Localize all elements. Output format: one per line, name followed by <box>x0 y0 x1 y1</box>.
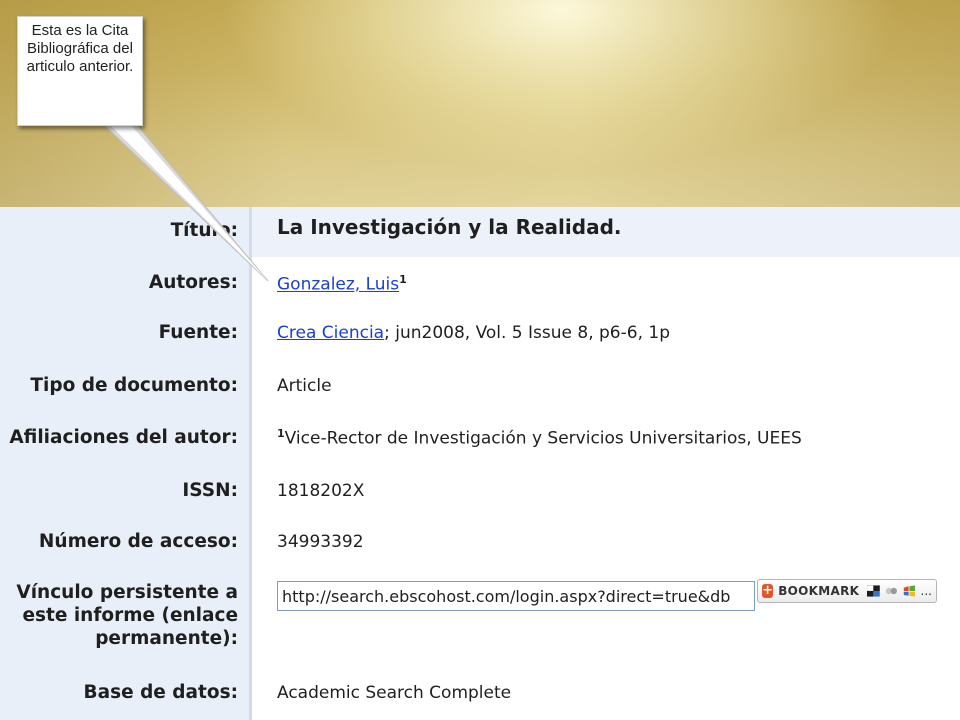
authors-value: Gonzalez, Luis1 <box>277 273 407 295</box>
callout-box: Esta es la Cita Bibliográfica del articu… <box>17 16 143 126</box>
affiliation-marker: 1 <box>277 427 285 440</box>
bookmark-label: BOOKMARK <box>778 584 860 598</box>
label-tipo-documento: Tipo de documento: <box>30 375 238 396</box>
database-value: Academic Search Complete <box>277 683 512 703</box>
source-value: Crea Ciencia; jun2008, Vol. 5 Issue 8, p… <box>277 323 670 343</box>
label-fuente: Fuente: <box>158 322 238 343</box>
label-vinculo-line-3: permanente): <box>95 628 238 649</box>
citation-record: Título: La Investigación y la Realidad. … <box>0 207 960 720</box>
bookmark-button[interactable]: + BOOKMARK ... <box>757 579 937 603</box>
permalink-input[interactable] <box>277 581 755 611</box>
delicious-icon <box>867 585 880 597</box>
affiliation-value: 1Vice-Rector de Investigación y Servicio… <box>277 427 802 449</box>
article-title: La Investigación y la Realidad. <box>277 215 622 239</box>
source-journal-link[interactable]: Crea Ciencia <box>277 323 384 343</box>
digg-icon <box>885 587 897 595</box>
document-type-value: Article <box>277 376 332 396</box>
label-base-datos: Base de datos: <box>83 682 238 703</box>
label-afiliaciones: Afiliaciones del autor: <box>9 427 238 448</box>
label-issn: ISSN: <box>182 480 238 501</box>
label-vinculo-line-2: este informe (enlace <box>22 605 238 626</box>
column-divider <box>249 207 252 720</box>
issn-value: 1818202X <box>277 481 365 501</box>
label-vinculo-line-1: Vínculo persistente a <box>16 582 238 603</box>
accession-number-value: 34993392 <box>277 532 364 552</box>
windows-live-icon <box>903 585 915 597</box>
label-autores: Autores: <box>148 272 238 293</box>
author-link[interactable]: Gonzalez, Luis <box>277 275 399 295</box>
label-vinculo-persistente: Vínculo persistente a este informe (enla… <box>0 581 238 650</box>
bookmark-plus-icon: + <box>762 583 774 598</box>
banner-shading <box>0 0 960 207</box>
source-details: ; jun2008, Vol. 5 Issue 8, p6-6, 1p <box>384 323 670 343</box>
label-titulo: Título: <box>170 220 238 241</box>
affiliation-text: Vice-Rector de Investigación y Servicios… <box>284 428 802 449</box>
bookmark-more: ... <box>920 584 932 598</box>
presentation-slide: Título: La Investigación y la Realidad. … <box>0 0 960 720</box>
author-affiliation-marker: 1 <box>399 273 407 286</box>
label-numero-acceso: Número de acceso: <box>38 531 238 552</box>
